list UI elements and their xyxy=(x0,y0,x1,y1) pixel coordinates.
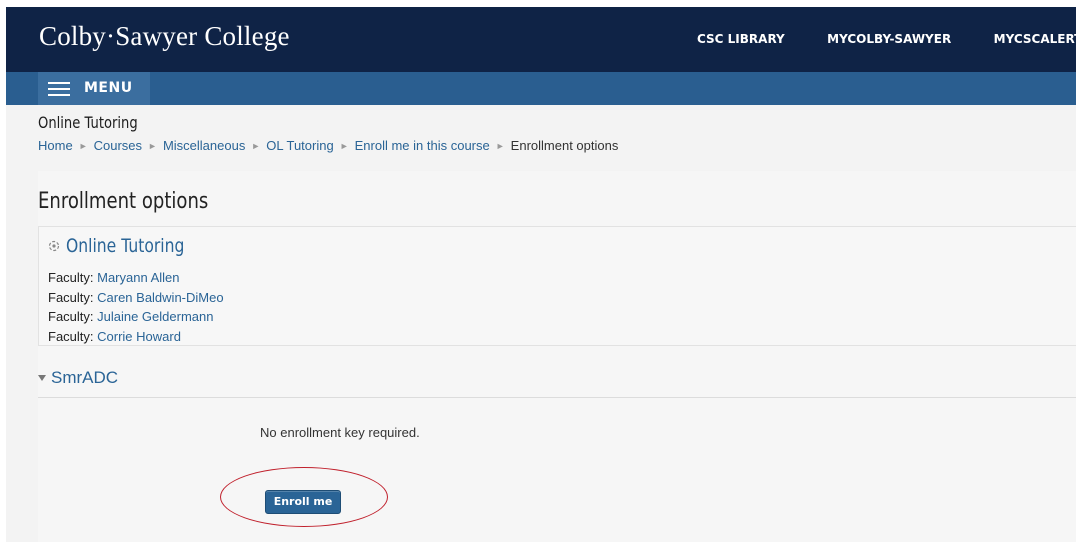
page: Colby·Sawyer College CSC LIBRARY MYCOLBY… xyxy=(6,7,1076,542)
breadcrumb-separator-icon: ► xyxy=(495,141,505,151)
breadcrumb-separator-icon: ► xyxy=(251,141,261,151)
breadcrumb-home[interactable]: Home xyxy=(38,138,73,153)
main-region: Enrollment options Online Tutoring Facul… xyxy=(38,171,1076,542)
site-header: Colby·Sawyer College CSC LIBRARY MYCOLBY… xyxy=(6,7,1076,72)
teacher-item: Faculty: Maryann Allen xyxy=(48,268,224,288)
enroll-me-button[interactable]: Enroll me xyxy=(265,490,341,514)
teacher-item: Faculty: Corrie Howard xyxy=(48,327,224,347)
breadcrumb-current: Enrollment options xyxy=(510,138,619,153)
top-nav: CSC LIBRARY MYCOLBY-SAWYER MYCSCALERT xyxy=(697,30,1076,48)
breadcrumb-separator-icon: ► xyxy=(148,141,157,151)
teacher-role: Faculty: xyxy=(48,289,98,305)
teacher-list: Faculty: Maryann Allen Faculty: Caren Ba… xyxy=(48,268,224,346)
teacher-role: Faculty: xyxy=(48,309,98,324)
course-icon xyxy=(48,240,60,252)
enrollment-heading: Enrollment options xyxy=(38,189,209,214)
teacher-link[interactable]: Julaine Geldermann xyxy=(97,309,213,324)
breadcrumb-ol-tutoring[interactable]: OL Tutoring xyxy=(266,138,333,153)
teacher-link[interactable]: Caren Baldwin-DiMeo xyxy=(97,290,223,305)
top-link-library[interactable]: CSC LIBRARY xyxy=(697,32,785,46)
hamburger-icon xyxy=(48,82,70,96)
top-link-mycscalert[interactable]: MYCSCALERT xyxy=(994,32,1076,46)
course-name: Online Tutoring xyxy=(48,235,210,257)
section-divider xyxy=(38,397,1076,398)
breadcrumb-enroll-me[interactable]: Enroll me in this course xyxy=(355,138,490,153)
breadcrumb-separator-icon: ► xyxy=(339,141,349,151)
chevron-down-icon xyxy=(38,374,46,381)
menu-button[interactable]: MENU xyxy=(38,72,150,105)
breadcrumb-courses[interactable]: Courses xyxy=(94,138,142,153)
course-box: Online Tutoring Faculty: Maryann Allen F… xyxy=(38,226,1076,346)
top-link-mycolby[interactable]: MYCOLBY-SAWYER xyxy=(827,32,951,46)
teacher-link[interactable]: Maryann Allen xyxy=(97,270,179,285)
breadcrumb: Home ► Courses ► Miscellaneous ► OL Tutoring ► E… xyxy=(38,138,618,153)
breadcrumb-miscellaneous[interactable]: Miscellaneous xyxy=(163,138,245,153)
breadcrumb-separator-icon: ► xyxy=(78,141,88,151)
teacher-item: Faculty: Julaine Geldermann xyxy=(48,307,224,327)
site-brand[interactable]: Colby·Sawyer College xyxy=(39,21,290,52)
course-link[interactable]: Online Tutoring xyxy=(66,235,184,257)
section-toggle[interactable]: SmrADC xyxy=(38,368,118,388)
teacher-item: Faculty: Caren Baldwin-DiMeo xyxy=(48,288,224,308)
teacher-role: Faculty: xyxy=(48,270,98,285)
page-title: Online Tutoring xyxy=(38,113,138,132)
menu-bar: MENU xyxy=(6,72,1076,105)
section-title: SmrADC xyxy=(51,368,119,387)
menu-label: MENU xyxy=(84,80,133,96)
teacher-link[interactable]: Corrie Howard xyxy=(97,329,181,344)
enrollment-key-message: No enrollment key required. xyxy=(260,425,420,440)
teacher-role: Faculty: xyxy=(48,328,98,344)
